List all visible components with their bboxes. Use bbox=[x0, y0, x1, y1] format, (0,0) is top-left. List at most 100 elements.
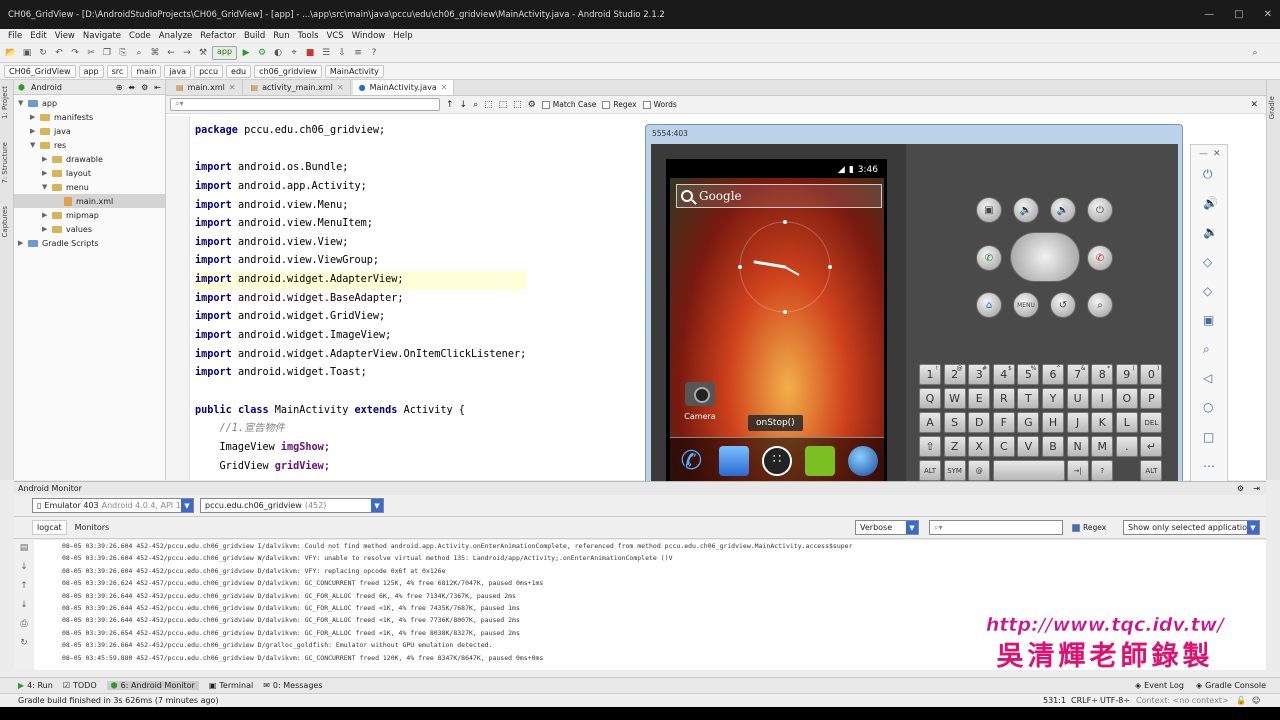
find-icon[interactable]: ⌕ bbox=[132, 46, 146, 60]
menu-help[interactable]: Help bbox=[389, 31, 416, 41]
menu-code[interactable]: Code bbox=[125, 31, 155, 41]
crumb-package[interactable]: ch06_gridview bbox=[254, 64, 322, 78]
tool-structure[interactable]: 7: Structure bbox=[1, 142, 9, 184]
rotate-left-icon[interactable]: ◇ bbox=[1203, 255, 1212, 269]
tab-terminal[interactable]: ▣ Terminal bbox=[209, 681, 253, 690]
tab-monitors[interactable]: Monitors bbox=[71, 521, 114, 534]
key-3-4[interactable]: F bbox=[992, 412, 1015, 433]
tab-run[interactable]: ▶ 4: Run bbox=[18, 681, 53, 690]
home-circle-icon[interactable]: ○ bbox=[1203, 400, 1213, 414]
collapsed-arrow-icon[interactable]: ▶ bbox=[30, 127, 40, 135]
expanded-arrow-icon[interactable]: ▼ bbox=[30, 141, 40, 149]
menu-vcs[interactable]: VCS bbox=[323, 31, 348, 41]
key-4-4[interactable]: C bbox=[992, 436, 1015, 457]
stop-icon[interactable]: ■ bbox=[303, 46, 317, 60]
zoom-icon[interactable]: ⌕ bbox=[1203, 342, 1210, 357]
run-icon[interactable]: ▶ bbox=[239, 46, 253, 60]
hide-icon[interactable]: ⇤ bbox=[154, 83, 161, 92]
key-5-9[interactable]: ALT bbox=[1140, 460, 1163, 481]
tab-logcat[interactable]: logcat bbox=[32, 520, 67, 535]
log-filter-select[interactable]: Show only selected application ▼ bbox=[1123, 520, 1260, 535]
back-triangle-icon[interactable]: ◁ bbox=[1203, 371, 1212, 385]
key-3-7[interactable]: J bbox=[1066, 412, 1089, 433]
crumb-pccu[interactable]: pccu bbox=[194, 64, 224, 78]
key-1-6[interactable]: 6 ^ bbox=[1042, 364, 1064, 385]
find-input[interactable]: ⌕▾ bbox=[170, 98, 440, 111]
avd-manager-icon[interactable]: ☰ bbox=[319, 46, 333, 60]
tool-gradle[interactable]: Gradle bbox=[1268, 96, 1276, 119]
run-config-select[interactable]: app bbox=[212, 46, 238, 60]
search-icon[interactable]: ⌕ bbox=[1087, 292, 1113, 318]
crumb-main[interactable]: main bbox=[131, 64, 162, 78]
tab-activity-main-xml[interactable]: ▤ activity_main.xml ✕ bbox=[244, 80, 351, 95]
restart-icon[interactable]: ↻ bbox=[14, 634, 34, 653]
key-2-6[interactable]: Y bbox=[1042, 388, 1064, 409]
tab-gradle-console[interactable]: ◈ Gradle Console bbox=[1196, 681, 1266, 690]
project-tree-item[interactable]: ▶ drawable bbox=[14, 152, 165, 166]
phone-icon[interactable]: ✆ bbox=[676, 446, 706, 476]
menu-analyze[interactable]: Analyze bbox=[155, 31, 197, 41]
sync-icon[interactable]: ↻ bbox=[36, 46, 50, 60]
back-icon[interactable]: ← bbox=[164, 46, 178, 60]
select-all-icon[interactable]: ⬚ bbox=[499, 100, 508, 110]
gear-icon[interactable]: ⚙ bbox=[1237, 484, 1244, 493]
project-tree-item[interactable]: ▼ menu bbox=[14, 180, 165, 194]
key-3-1[interactable]: A bbox=[919, 412, 941, 433]
key-4-2[interactable]: Z bbox=[943, 436, 966, 457]
project-view-select[interactable]: Android bbox=[31, 83, 62, 92]
prev-match-icon[interactable]: ↑ bbox=[446, 100, 454, 110]
save-icon[interactable]: ▣ bbox=[20, 46, 34, 60]
key-4-6[interactable]: B bbox=[1042, 436, 1064, 457]
cursor-position[interactable]: 531:1 bbox=[1043, 696, 1066, 705]
regex-checkbox[interactable]: Regex bbox=[602, 100, 637, 109]
key-4-1[interactable]: ⇧ bbox=[919, 436, 941, 457]
key-1-4[interactable]: 4 $ bbox=[992, 364, 1015, 385]
volume-down-icon[interactable]: 🔉 bbox=[1013, 197, 1039, 223]
crumb-app[interactable]: app bbox=[78, 64, 104, 78]
crumb-edu[interactable]: edu bbox=[226, 64, 252, 78]
menu-window[interactable]: Window bbox=[348, 31, 390, 41]
sdk-manager-icon[interactable]: ⇩ bbox=[335, 46, 349, 60]
forward-icon[interactable]: → bbox=[180, 46, 194, 60]
tab-main-xml[interactable]: ▤ main.xml ✕ bbox=[170, 80, 243, 95]
key-2-7[interactable]: U bbox=[1066, 388, 1089, 409]
lock-icon[interactable]: 🔓 bbox=[1236, 696, 1246, 705]
collapsed-arrow-icon[interactable]: ▶ bbox=[30, 113, 40, 121]
close-tab-icon[interactable]: ✕ bbox=[337, 83, 344, 92]
next-match-icon[interactable]: ↓ bbox=[460, 100, 468, 110]
process-select[interactable]: pccu.edu.ch06_gridview (452) ▼ bbox=[200, 498, 384, 513]
back-icon[interactable]: ↺ bbox=[1050, 292, 1076, 318]
overview-icon[interactable]: □ bbox=[1203, 430, 1214, 444]
volume-up-icon[interactable]: 🔊 bbox=[1203, 196, 1218, 210]
match-case-checkbox[interactable]: Match Case bbox=[541, 100, 596, 109]
project-tree-item[interactable]: ▶ values bbox=[14, 222, 165, 236]
screenshot-icon[interactable]: ▣ bbox=[1203, 313, 1214, 327]
menu-file[interactable]: File bbox=[4, 31, 26, 41]
browser-icon[interactable] bbox=[847, 446, 878, 476]
crumb-src[interactable]: src bbox=[106, 64, 129, 78]
close-tab-icon[interactable]: ✕ bbox=[229, 83, 236, 92]
collapsed-arrow-icon[interactable]: ▶ bbox=[42, 169, 52, 177]
tab-event-log[interactable]: ◈ Event Log bbox=[1135, 681, 1184, 690]
key-5-2[interactable]: SYM bbox=[943, 460, 966, 481]
attach-icon[interactable]: ⌖ bbox=[287, 46, 301, 60]
rotate-right-icon[interactable]: ◇ bbox=[1203, 284, 1212, 298]
tab-messages[interactable]: ✉ 0: Messages bbox=[263, 681, 322, 690]
key-1-1[interactable]: 1! bbox=[919, 364, 941, 385]
messaging-icon[interactable] bbox=[804, 446, 835, 476]
crumb-project[interactable]: CH06_GridView bbox=[4, 64, 76, 78]
search-everywhere-icon[interactable]: ⌕ bbox=[1248, 46, 1262, 60]
end-call-icon[interactable]: ✆ bbox=[1087, 245, 1113, 271]
key-3-9[interactable]: L bbox=[1115, 412, 1138, 433]
close-tab-icon[interactable]: ✕ bbox=[441, 83, 448, 92]
key-2-10[interactable]: P bbox=[1140, 388, 1163, 409]
key-2-4[interactable]: R bbox=[992, 388, 1015, 409]
collapse-icon[interactable]: ⬌ bbox=[128, 83, 135, 92]
close-icon[interactable]: ✕ bbox=[1264, 9, 1272, 20]
sync-view-icon[interactable]: ⊕ bbox=[116, 83, 123, 92]
maximize-icon[interactable]: □ bbox=[1234, 9, 1243, 20]
coverage-icon[interactable]: ◐ bbox=[271, 46, 285, 60]
crumb-java[interactable]: java bbox=[164, 64, 192, 78]
android-monitor-icon[interactable]: ≡ bbox=[351, 46, 365, 60]
tool-captures[interactable]: Captures bbox=[1, 206, 9, 237]
